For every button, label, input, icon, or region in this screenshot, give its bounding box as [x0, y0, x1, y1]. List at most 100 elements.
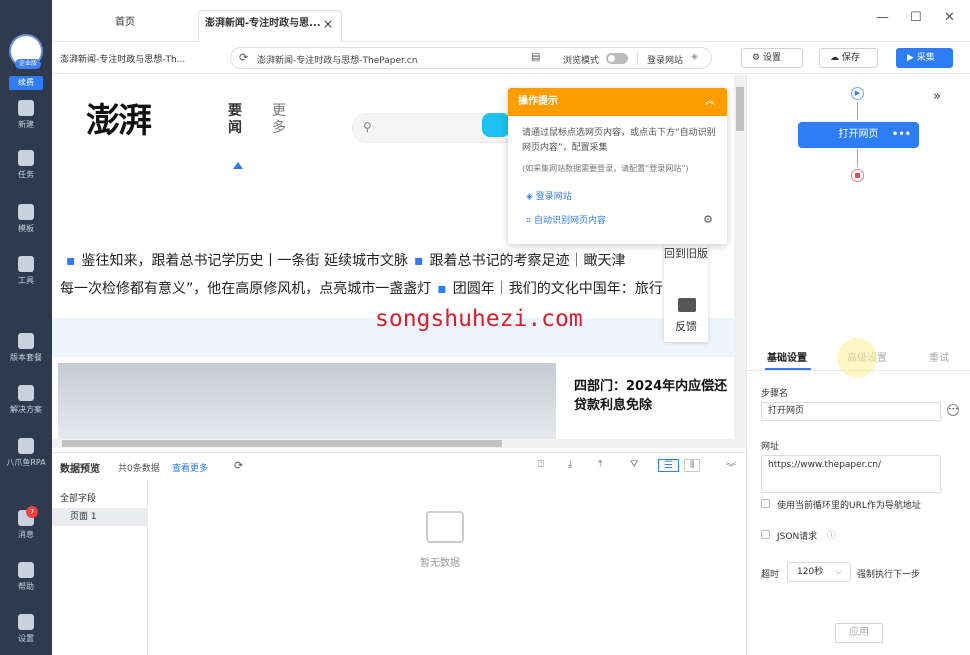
- login-site-link[interactable]: 登录网站: [647, 53, 683, 66]
- browse-mode-toggle[interactable]: [606, 53, 628, 64]
- operation-tip-popup: 操作提示 ︽ 请通过鼠标点选网页内容，或点击下方“自动识别网页内容”，配置采集 (…: [508, 88, 727, 244]
- column-view-icon[interactable]: ⦀: [684, 459, 701, 472]
- close-window-icon[interactable]: ✕: [944, 10, 955, 25]
- data-preview-panel: 数据预览 共0条数据 查看更多 ⟳ ⍐ ⤓ ⤒ ⛛ ☰ ⦀ ︾ 全部字段 页面 …: [52, 452, 746, 655]
- site-logo[interactable]: 澎湃: [86, 93, 152, 142]
- avatar[interactable]: 企业版: [9, 34, 43, 69]
- crown-icon: [18, 333, 34, 349]
- collapse-icon[interactable]: ︽: [705, 88, 715, 116]
- settings-button[interactable]: ⚙ 设置: [741, 48, 803, 68]
- download-icon[interactable]: ⤓: [568, 459, 572, 470]
- sidebar-item-templates[interactable]: 模板: [0, 204, 52, 234]
- scroll-thumb[interactable]: [736, 87, 744, 131]
- json-request-checkbox[interactable]: [761, 530, 770, 539]
- tab-retry[interactable]: 重试: [929, 349, 949, 364]
- news-line[interactable]: 每一次检修都有意义”，他在高原修风机，点亮城市一盏盏灯 ▪ 团圆年｜我们的文化中国年…: [60, 278, 677, 298]
- nav-more[interactable]: 更多: [272, 103, 288, 137]
- refresh-icon[interactable]: ⟳: [234, 459, 243, 472]
- renew-button[interactable]: 续费: [9, 76, 43, 90]
- horizontal-scrollbar[interactable]: [52, 439, 734, 448]
- mobile-icon[interactable]: [482, 113, 510, 137]
- view-more-link[interactable]: 查看更多: [172, 461, 208, 474]
- news-image[interactable]: [58, 363, 556, 443]
- force-next-label: 强制执行下一步: [857, 570, 921, 580]
- list-view-icon[interactable]: ☰: [658, 459, 679, 472]
- bullet-icon: ▪: [413, 253, 424, 269]
- sidebar-item-new[interactable]: 新建: [0, 100, 52, 130]
- maximize-icon[interactable]: ☐: [910, 10, 922, 25]
- tab-basic-settings[interactable]: 基础设置: [765, 349, 811, 370]
- play-icon: ▶: [907, 53, 917, 63]
- feedback-link[interactable]: 反馈: [664, 318, 708, 334]
- auto-detect-link[interactable]: ⌗ 自动识别网页内容: [526, 213, 606, 226]
- page-1-item[interactable]: 页面 1: [52, 508, 148, 526]
- sidebar-item-rpa[interactable]: 八爪鱼RPA: [0, 438, 52, 468]
- address-row: 澎湃新闻-专注时政与思想-Th... ⟳ 澎湃新闻-专注时政与思想-ThePap…: [52, 43, 970, 74]
- save-button[interactable]: ☁ 保存: [819, 48, 878, 68]
- expand-down-icon[interactable]: ︾: [726, 459, 736, 474]
- tab-label: 澎湃新闻-专注时政与思...: [205, 18, 321, 29]
- page-icon[interactable]: ▤: [531, 52, 540, 63]
- help-icon: [18, 562, 34, 578]
- collapse-panel-icon[interactable]: »: [933, 89, 941, 104]
- url-bar[interactable]: ⟳ 澎湃新闻-专注时政与思想-ThePaper.cn ▤ 浏览模式 登录网站 ◈: [230, 47, 712, 69]
- sidebar-item-messages[interactable]: 7 消息: [0, 506, 52, 540]
- nav-yaowen[interactable]: 要闻: [228, 103, 244, 137]
- sidebar-item-solutions[interactable]: 解决方案: [0, 385, 52, 415]
- step-name-input[interactable]: 打开网页: [761, 402, 941, 421]
- tab-bar: 首页 澎湃新闻-专注时政与思... × — ☐ ✕: [52, 0, 970, 42]
- tip-note: (如采集网站数据需要登录，请配置“登录网站”): [522, 164, 689, 173]
- url-input[interactable]: https://www.thepaper.cn/: [761, 455, 941, 493]
- sidebar-item-settings[interactable]: 设置: [0, 614, 52, 644]
- json-request-label: JSON请求: [777, 532, 818, 542]
- more-icon[interactable]: •••: [892, 122, 911, 148]
- flow-connector: [857, 102, 858, 120]
- tip-body: 请通过鼠标点选网页内容，或点击下方“自动识别网页内容”，配置采集: [522, 128, 716, 153]
- minimize-icon[interactable]: —: [876, 10, 889, 25]
- empty-state-text: 暂无数据: [420, 558, 460, 569]
- flow-node-open-page[interactable]: 打开网页 •••: [798, 122, 919, 148]
- shield-icon: ◈: [691, 52, 698, 62]
- all-fields-label[interactable]: 全部字段: [60, 491, 96, 504]
- tip-title: 操作提示: [518, 96, 558, 107]
- flow-start-icon[interactable]: ▶: [851, 87, 864, 100]
- sidebar-item-tools[interactable]: 工具: [0, 256, 52, 286]
- tip-login-link[interactable]: ◈ 登录网站: [526, 189, 572, 202]
- gear-icon: [18, 614, 34, 630]
- loop-url-checkbox[interactable]: [761, 499, 770, 508]
- tab-home[interactable]: 首页: [80, 10, 170, 42]
- nav-active-indicator: [233, 162, 243, 169]
- vertical-scrollbar[interactable]: [734, 75, 746, 448]
- sidebar-item-help[interactable]: 帮助: [0, 562, 52, 592]
- bullet-icon: ▪: [437, 281, 447, 297]
- more-icon[interactable]: •••: [947, 404, 959, 416]
- filter-icon[interactable]: ⛛: [630, 459, 638, 470]
- news-card: 四部门：2024年内应偿还贷款利息免除: [52, 357, 734, 448]
- gear-icon[interactable]: ⚙: [703, 213, 713, 226]
- news-headline[interactable]: 四部门：2024年内应偿还贷款利息免除: [574, 377, 734, 415]
- url-text[interactable]: 澎湃新闻-专注时政与思想-ThePaper.cn: [257, 53, 417, 66]
- task-icon: [18, 150, 34, 166]
- export-icon[interactable]: ⍐: [538, 459, 544, 470]
- tab-active-page[interactable]: 澎湃新闻-专注时政与思... ×: [198, 10, 342, 42]
- refresh-icon[interactable]: ⟳: [239, 51, 248, 64]
- loop-url-label: 使用当前循环里的URL作为导航地址: [777, 501, 921, 511]
- news-line[interactable]: ▪ 鉴往知来，跟着总书记学历史丨一条街 延续城市文脉 ▪ 跟着总书记的考察足迹｜瞰天津: [60, 250, 625, 270]
- apply-button[interactable]: 应用: [835, 623, 883, 643]
- message-count-badge: 7: [26, 506, 38, 518]
- field-list: 全部字段 页面 1: [52, 481, 148, 655]
- collect-button[interactable]: ▶ 采集: [896, 48, 953, 68]
- template-icon: [18, 204, 34, 220]
- help-icon[interactable]: ⓘ: [827, 528, 836, 541]
- close-tab-icon[interactable]: ×: [323, 11, 333, 37]
- tip-header: 操作提示 ︽: [508, 88, 727, 116]
- back-to-old-version[interactable]: 回到旧版: [664, 246, 708, 262]
- sidebar-item-plans[interactable]: 版本套餐: [0, 333, 52, 363]
- timeout-label: 超时: [761, 570, 780, 580]
- solution-icon: [18, 385, 34, 401]
- sidebar-item-tasks[interactable]: 任务: [0, 150, 52, 180]
- workflow-panel: » ▶ 打开网页••• 基础设置 高级设置 重试 步骤名 打开网页 ••• 网址…: [746, 75, 970, 655]
- timeout-select[interactable]: 120秒 ⌵: [787, 562, 851, 582]
- upload-icon[interactable]: ⤒: [598, 459, 602, 470]
- scroll-thumb[interactable]: [62, 440, 502, 447]
